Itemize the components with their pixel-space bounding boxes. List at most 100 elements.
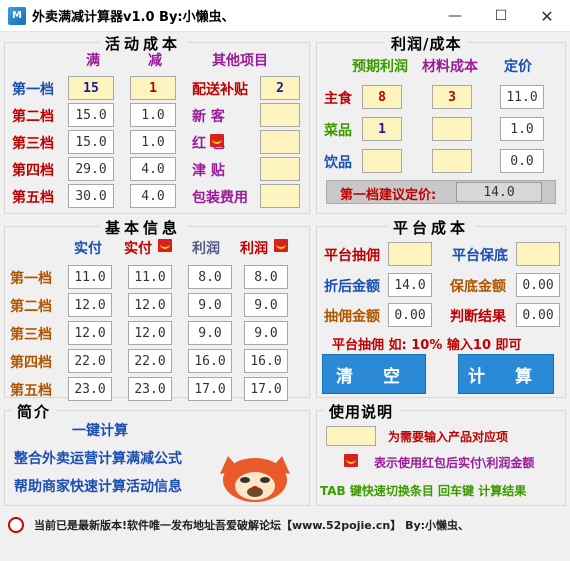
intro-title: 简介 xyxy=(11,401,58,422)
col-paid-redpacket-label: 实付 xyxy=(124,241,152,257)
staple-profit-input[interactable]: 8 xyxy=(362,85,402,109)
commission-amount-value: 0.00 xyxy=(388,303,432,327)
usage-title: 使用说明 xyxy=(323,401,400,422)
result-value: 0.00 xyxy=(516,303,560,327)
basic-tier5-paid: 23.0 xyxy=(68,377,112,401)
intro-line3: 帮助商家快速计算活动信息 xyxy=(14,479,182,495)
activity-cost-title: 活动成本 xyxy=(99,33,188,54)
basic-tier2-label: 第二档 xyxy=(10,299,52,315)
col-minus-label: 减 xyxy=(148,53,162,69)
dish-material-input[interactable] xyxy=(432,117,472,141)
col-price-label: 定价 xyxy=(504,59,532,75)
platform-cost-title: 平台成本 xyxy=(387,217,476,238)
minimize-button[interactable]: — xyxy=(432,0,478,32)
title-bar: M 外卖满减计算器v1.0 By:小懒虫、 — ☐ ✕ xyxy=(0,0,570,32)
basic-tier4-paid-rp: 22.0 xyxy=(128,349,172,373)
basic-tier1-label: 第一档 xyxy=(10,271,52,287)
suggest-price-value: 14.0 xyxy=(456,182,542,202)
tier3-label: 第三档 xyxy=(12,136,54,152)
basic-tier1-profit-rp: 8.0 xyxy=(244,265,288,289)
basic-tier5-paid-rp: 23.0 xyxy=(128,377,172,401)
tier5-full-field[interactable]: 30.0 xyxy=(68,184,114,208)
basic-tier2-paid: 12.0 xyxy=(68,293,112,317)
drink-label: 饮品 xyxy=(324,155,352,171)
tier3-minus-field[interactable]: 1.0 xyxy=(130,130,176,154)
maximize-button[interactable]: ☐ xyxy=(478,0,524,32)
guarantee-input[interactable] xyxy=(516,242,560,266)
tier4-label: 第四档 xyxy=(12,163,54,179)
delivery-subsidy-label: 配送补贴 xyxy=(192,82,248,98)
guarantee-amount-value: 0.00 xyxy=(516,273,560,297)
intro-line1: 一键计算 xyxy=(72,423,128,439)
packaging-fee-input[interactable] xyxy=(260,184,300,208)
basic-tier1-paid: 11.0 xyxy=(68,265,112,289)
usage-item3: TAB 键快速切换条目 回车键 计算结果 xyxy=(320,484,527,498)
basic-tier4-profit: 16.0 xyxy=(188,349,232,373)
staple-label: 主食 xyxy=(324,91,352,107)
profit-redpacket-icon xyxy=(274,239,288,252)
discounted-value: 14.0 xyxy=(388,273,432,297)
tier2-full-field[interactable]: 15.0 xyxy=(68,103,114,127)
calculate-button[interactable]: 计 算 xyxy=(458,354,554,394)
tier2-minus-field[interactable]: 1.0 xyxy=(130,103,176,127)
usage-sample-box xyxy=(326,426,376,446)
new-customer-input[interactable] xyxy=(260,103,300,127)
commission-label: 平台抽佣 xyxy=(324,248,380,264)
drink-price-field[interactable]: 0.0 xyxy=(500,149,544,173)
allowance-label: 津 贴 xyxy=(192,163,225,179)
result-label: 判断结果 xyxy=(450,309,506,325)
dish-profit-input[interactable]: 1 xyxy=(362,117,402,141)
packaging-fee-label: 包装费用 xyxy=(192,190,248,206)
allowance-input[interactable] xyxy=(260,157,300,181)
col-expected-profit-label: 预期利润 xyxy=(352,59,408,75)
paid-redpacket-icon xyxy=(158,239,172,252)
basic-tier2-profit: 9.0 xyxy=(188,293,232,317)
basic-tier1-paid-rp: 11.0 xyxy=(128,265,172,289)
tier3-full-field[interactable]: 15.0 xyxy=(68,130,114,154)
usage-item2: 表示使用红包后实付\利润金额 xyxy=(374,456,535,470)
tier5-label: 第五档 xyxy=(12,190,54,206)
basic-tier2-profit-rp: 9.0 xyxy=(244,293,288,317)
commission-amount-label: 抽佣金额 xyxy=(324,309,380,325)
basic-tier3-paid: 12.0 xyxy=(68,321,112,345)
tier4-minus-field[interactable]: 4.0 xyxy=(130,157,176,181)
intro-line2: 整合外卖运营计算满减公式 xyxy=(14,451,182,467)
close-button[interactable]: ✕ xyxy=(524,0,570,32)
profit-cost-title: 利润/成本 xyxy=(385,33,468,54)
info-icon xyxy=(8,517,24,533)
dish-price-field[interactable]: 1.0 xyxy=(500,117,544,141)
commission-hint: 平台抽佣 如: 10% 输入10 即可 xyxy=(332,338,522,353)
basic-info-title: 基本信息 xyxy=(99,217,188,238)
delivery-subsidy-input[interactable]: 2 xyxy=(260,76,300,100)
tier5-minus-field[interactable]: 4.0 xyxy=(130,184,176,208)
fox-mascot-icon xyxy=(220,456,290,502)
red-packet-input[interactable] xyxy=(260,130,300,154)
drink-material-input[interactable] xyxy=(432,149,472,173)
window-title: 外卖满减计算器v1.0 By:小懒虫、 xyxy=(32,10,235,25)
status-text: 当前已是最新版本!软件唯一发布地址吾爱破解论坛【www.52pojie.cn】 … xyxy=(34,519,470,532)
col-profit-label: 利润 xyxy=(192,241,220,257)
dish-label: 菜品 xyxy=(324,123,352,139)
guarantee-amount-label: 保底金额 xyxy=(450,279,506,295)
basic-tier3-label: 第三档 xyxy=(10,327,52,343)
tier4-full-field[interactable]: 29.0 xyxy=(68,157,114,181)
commission-input[interactable] xyxy=(388,242,432,266)
client-area: 活动成本 满 减 其他项目 第一档 15 1 第二档 15.0 1.0 第三档 … xyxy=(0,32,570,561)
usage-item1: 为需要输入产品对应项 xyxy=(388,430,509,444)
status-bar: 当前已是最新版本!软件唯一发布地址吾爱破解论坛【www.52pojie.cn】 … xyxy=(0,509,570,561)
tier1-full-input[interactable]: 15 xyxy=(68,76,114,100)
usage-redpacket-icon xyxy=(344,454,358,467)
clear-button[interactable]: 清 空 xyxy=(322,354,426,394)
app-icon: M xyxy=(8,6,26,25)
tier1-label: 第一档 xyxy=(12,82,54,98)
basic-tier3-profit-rp: 9.0 xyxy=(244,321,288,345)
staple-price-field[interactable]: 11.0 xyxy=(500,85,544,109)
new-customer-label: 新 客 xyxy=(192,109,225,125)
basic-tier5-label: 第五档 xyxy=(10,383,52,399)
drink-profit-input[interactable] xyxy=(362,149,402,173)
col-profit-redpacket-label: 利润 xyxy=(240,241,268,257)
staple-material-input[interactable]: 3 xyxy=(432,85,472,109)
basic-tier5-profit-rp: 17.0 xyxy=(244,377,288,401)
basic-tier4-profit-rp: 16.0 xyxy=(244,349,288,373)
tier1-minus-input[interactable]: 1 xyxy=(130,76,176,100)
